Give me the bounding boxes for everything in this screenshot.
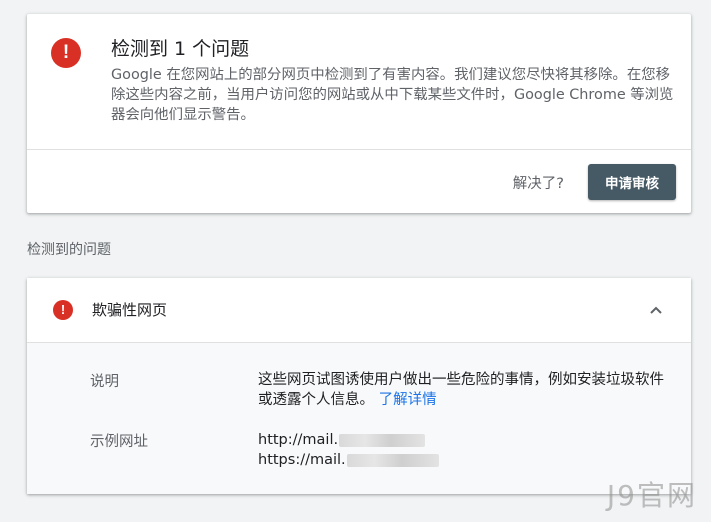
detected-issues-heading: 检测到的问题 xyxy=(27,242,111,258)
example-url-item[interactable]: https://mail. xyxy=(258,450,668,470)
learn-more-link[interactable]: 了解详情 xyxy=(379,392,437,408)
issue-detail-card: ! 欺骗性网页 说明 这些网页试图诱使用户做出一些危险的事情，例如安装垃圾软件或… xyxy=(27,278,691,494)
error-alert-icon: ! xyxy=(51,38,81,68)
issue-type-title: 欺骗性网页 xyxy=(92,301,168,319)
watermark-logo: J9官网 xyxy=(606,479,697,512)
issue-detail-header[interactable]: ! 欺骗性网页 xyxy=(27,278,691,342)
issue-detail-body: 说明 这些网页试图诱使用户做出一些危险的事情，例如安装垃圾软件或透露个人信息。 … xyxy=(27,342,691,494)
example-url-item[interactable]: http://mail. xyxy=(258,430,668,450)
description-value: 这些网页试图诱使用户做出一些危险的事情，例如安装垃圾软件或透露个人信息。 了解详… xyxy=(258,370,668,410)
issue-title: 检测到 1 个问题 xyxy=(111,38,250,60)
issue-description: Google 在您网站上的部分网页中检测到了有害内容。我们建议您尽快将其移除。在… xyxy=(111,67,674,123)
issue-summary-card: ! 检测到 1 个问题 Google 在您网站上的部分网页中检测到了有害内容。我… xyxy=(27,14,691,213)
page-top-background xyxy=(0,0,711,14)
example-url-list: http://mail. https://mail. xyxy=(258,430,668,470)
request-review-button[interactable]: 申请审核 xyxy=(588,164,676,200)
card-divider xyxy=(27,149,691,150)
error-alert-icon: ! xyxy=(53,300,73,320)
chevron-up-icon[interactable] xyxy=(649,303,663,317)
redacted-url-part xyxy=(346,453,439,467)
redacted-url-part xyxy=(339,433,426,447)
description-label: 说明 xyxy=(90,374,119,390)
description-text: 这些网页试图诱使用户做出一些危险的事情，例如安装垃圾软件或透露个人信息。 xyxy=(258,372,664,408)
resolved-prompt: 解决了? xyxy=(512,176,564,192)
example-url-label: 示例网址 xyxy=(90,434,148,450)
